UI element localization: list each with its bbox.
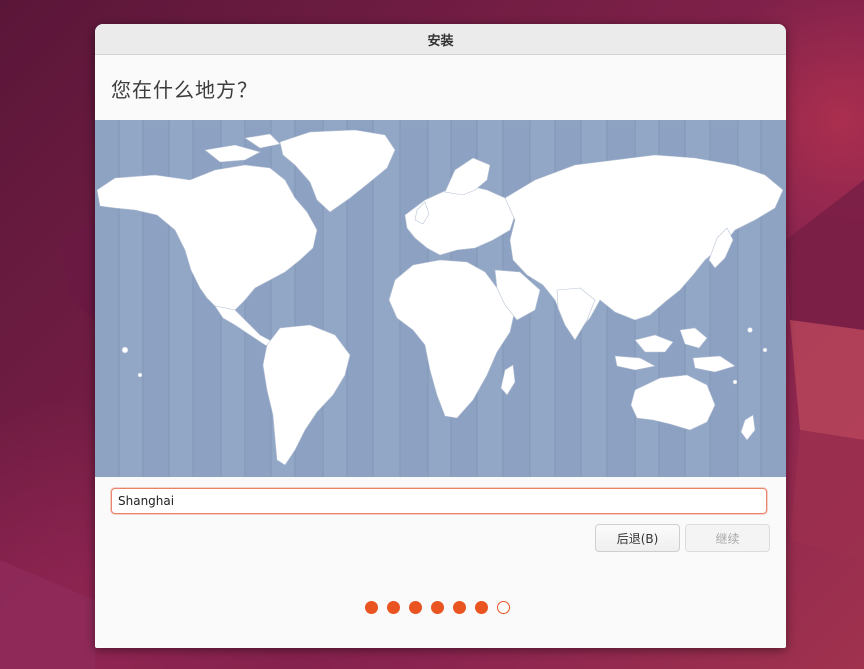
continue-button-label: 继续 xyxy=(715,531,740,546)
window-title: 安装 xyxy=(427,33,454,49)
timezone-map[interactable] xyxy=(95,120,786,477)
window-titlebar[interactable]: 安装 xyxy=(95,24,786,55)
progress-dots xyxy=(365,601,510,614)
location-input[interactable] xyxy=(111,488,767,514)
progress-dot xyxy=(409,601,422,614)
progress-dot xyxy=(431,601,444,614)
progress-dot xyxy=(365,601,378,614)
progress-dot xyxy=(453,601,466,614)
page-title: 您在什么地方？ xyxy=(111,78,258,102)
progress-dot xyxy=(497,601,510,614)
progress-dot xyxy=(475,601,488,614)
continue-button[interactable]: 继续 xyxy=(685,524,770,552)
back-button[interactable]: 后退(B) xyxy=(595,524,680,552)
progress-dot xyxy=(387,601,400,614)
installer-window: 安装 您在什么地方？ Shanghai 后退(B) 继续 xyxy=(95,24,786,648)
world-map-graphic xyxy=(95,120,786,477)
back-button-label: 后退(B) xyxy=(616,531,659,546)
